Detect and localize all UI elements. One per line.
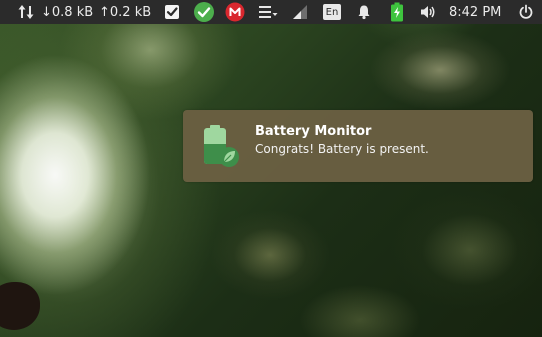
menu-icon (259, 6, 278, 18)
update-indicator[interactable] (192, 0, 216, 24)
power-icon (519, 4, 533, 19)
menu-indicator[interactable] (256, 0, 280, 24)
sound-indicator[interactable] (418, 0, 438, 24)
session-indicator[interactable] (516, 0, 536, 24)
updown-arrows-icon (18, 5, 34, 19)
battery-indicator[interactable] (388, 0, 406, 24)
signal-icon (293, 5, 307, 19)
clock-indicator[interactable]: 8:42 PM (449, 0, 509, 24)
notification-icon (201, 124, 241, 168)
clock-time: 8:42 PM (449, 4, 502, 20)
notification-body: Congrats! Battery is present. (255, 142, 429, 156)
keyboard-layout-label: En (325, 6, 339, 18)
battery-leaf-icon (204, 125, 239, 167)
mega-icon (225, 2, 245, 22)
notification-bubble[interactable]: Battery Monitor Congrats! Battery is pre… (183, 110, 533, 182)
download-speed: ↓0.8 kB (41, 4, 94, 20)
notification-title: Battery Monitor (255, 124, 372, 139)
battery-charging-icon (391, 2, 403, 22)
mega-indicator[interactable] (224, 0, 246, 24)
network-indicator[interactable] (16, 0, 36, 24)
upload-speed: ↑0.2 kB (99, 4, 152, 20)
keyboard-layout-indicator[interactable]: En (322, 0, 342, 24)
top-panel: ↓0.8 kB ↑0.2 kB En 8:42 PM (0, 0, 542, 24)
green-check-icon (194, 2, 214, 22)
network-signal-indicator[interactable] (290, 0, 310, 24)
tasks-indicator[interactable] (162, 0, 182, 24)
bell-icon (358, 5, 370, 20)
notifications-indicator[interactable] (354, 0, 374, 24)
speaker-icon (421, 6, 435, 18)
checkbox-icon (165, 5, 179, 19)
